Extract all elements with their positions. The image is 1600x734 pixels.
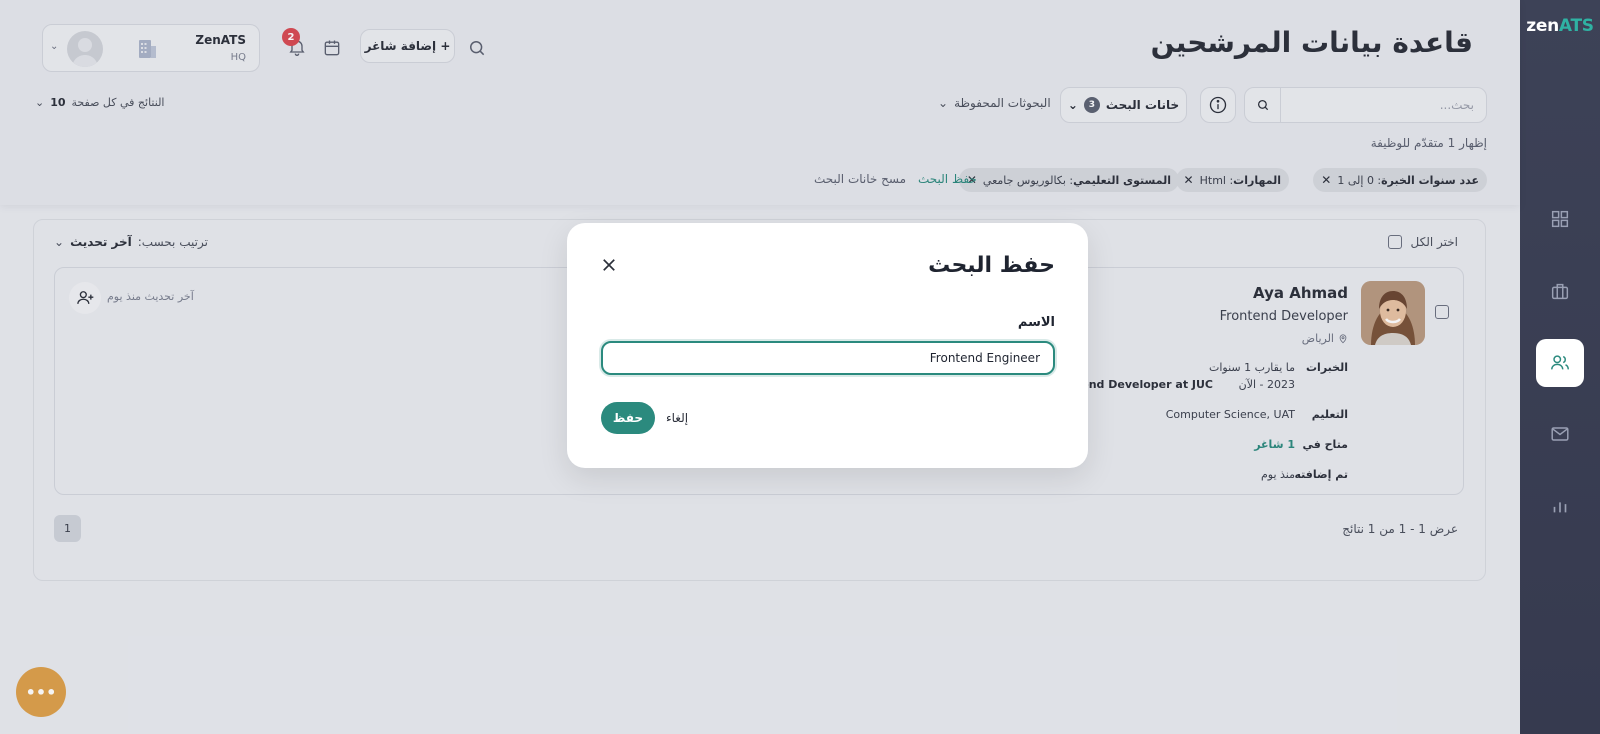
briefcase-icon [1551, 283, 1569, 300]
save-search-modal: حفظ البحث الاسم حفظ إلغاء [567, 223, 1088, 468]
nav-candidates[interactable] [1536, 339, 1584, 387]
chart-icon [1553, 502, 1567, 513]
save-button[interactable]: حفظ [601, 402, 655, 434]
users-icon [1551, 355, 1569, 370]
nav-reports[interactable] [1536, 482, 1584, 530]
close-icon[interactable] [600, 256, 618, 274]
modal-title: حفظ البحث [928, 253, 1055, 278]
mail-icon [1551, 427, 1569, 441]
app-logo[interactable]: zenATS [1520, 16, 1600, 36]
nav-jobs[interactable] [1536, 267, 1584, 315]
cancel-button[interactable]: إلغاء [666, 402, 688, 434]
name-field-label: الاسم [1017, 315, 1055, 330]
dashboard-icon [1551, 210, 1569, 228]
sidebar: zenATS [1520, 0, 1600, 734]
nav-dashboard[interactable] [1536, 195, 1584, 243]
search-name-input[interactable] [601, 341, 1055, 375]
nav-messages[interactable] [1536, 410, 1584, 458]
